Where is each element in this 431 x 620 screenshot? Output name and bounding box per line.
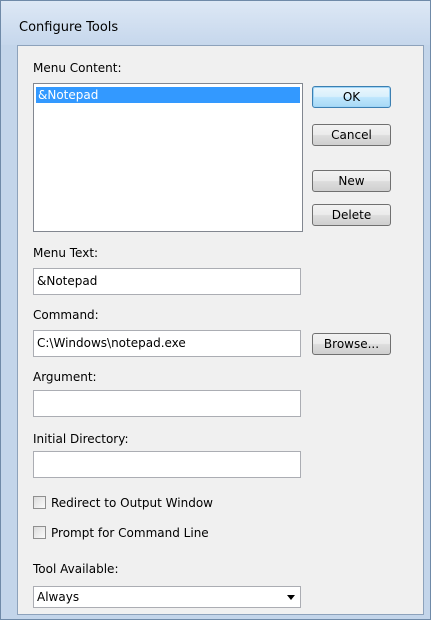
prompt-command-line-checkbox[interactable] [33, 526, 46, 539]
title-bar[interactable]: Configure Tools [1, 1, 430, 45]
menu-text-field[interactable]: &Notepad [33, 268, 301, 295]
cancel-button[interactable]: Cancel [312, 124, 391, 146]
window-title: Configure Tools [19, 20, 119, 35]
prompt-command-line-label[interactable]: Prompt for Command Line [51, 525, 209, 541]
initial-directory-label: Initial Directory: [33, 432, 129, 446]
list-item[interactable]: &Notepad [36, 87, 300, 103]
prompt-command-line-option[interactable]: Prompt for Command Line [33, 525, 273, 541]
argument-field[interactable] [33, 390, 301, 417]
tool-available-label: Tool Available: [33, 562, 119, 576]
tool-available-value: Always [37, 590, 80, 604]
browse-button[interactable]: Browse... [312, 333, 391, 355]
redirect-output-checkbox[interactable] [33, 496, 46, 509]
redirect-output-option[interactable]: Redirect to Output Window [33, 495, 273, 511]
delete-button[interactable]: Delete [312, 204, 391, 226]
configure-tools-window: Configure Tools Menu Content: &Notepad O… [0, 0, 431, 620]
menu-text-label: Menu Text: [33, 246, 99, 260]
menu-content-label: Menu Content: [33, 61, 122, 75]
command-label: Command: [33, 308, 99, 322]
new-button[interactable]: New [312, 170, 391, 192]
redirect-output-label[interactable]: Redirect to Output Window [51, 495, 213, 511]
initial-directory-field[interactable] [33, 451, 301, 478]
command-field[interactable]: C:\Windows\notepad.exe [33, 330, 301, 357]
argument-label: Argument: [33, 370, 97, 384]
menu-content-listbox[interactable]: &Notepad [33, 83, 303, 232]
chevron-down-icon[interactable] [287, 595, 295, 600]
ok-button[interactable]: OK [312, 86, 391, 108]
tool-available-select[interactable]: Always [33, 586, 301, 608]
dialog-client-area: Menu Content: &Notepad OK Cancel New Del… [17, 45, 424, 615]
